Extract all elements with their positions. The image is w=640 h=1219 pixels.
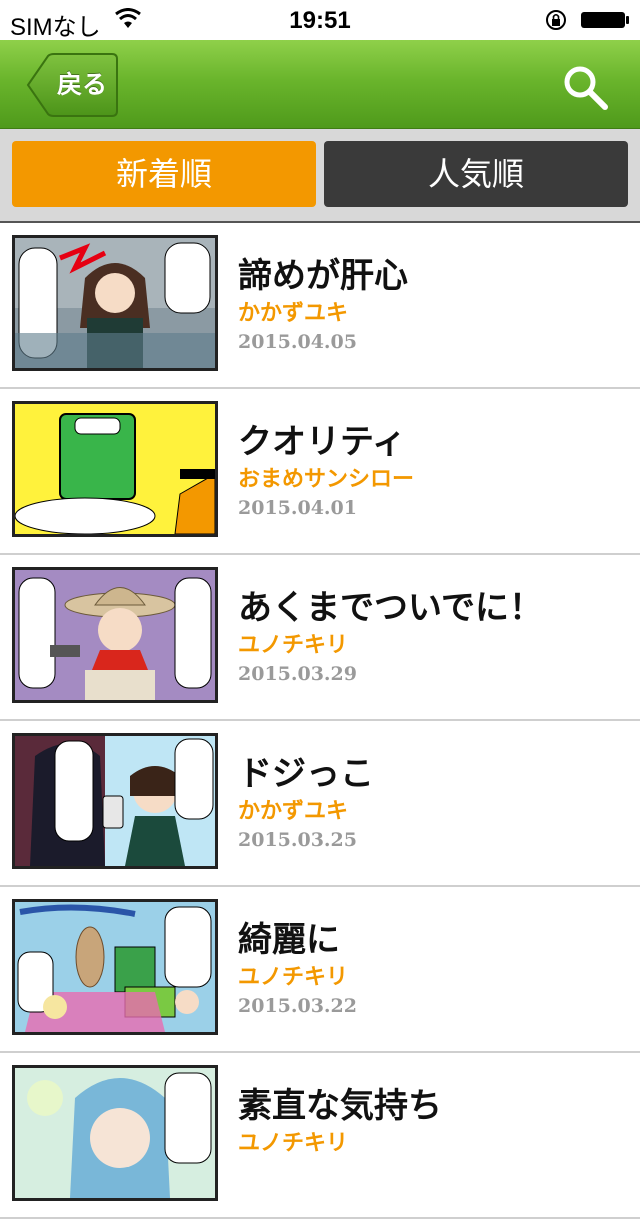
- item-title: 綺麗に: [238, 920, 340, 960]
- item-title: 素直な気持ち: [238, 1086, 442, 1126]
- item-title: あくまでついでに！: [238, 588, 543, 628]
- item-date: 2015.04.01: [238, 497, 357, 519]
- list-item[interactable]: クオリティ おまめサンシロー 2015.04.01: [0, 389, 640, 555]
- comic-list: 諦めが肝心 かかずユキ 2015.04.05 クオリティ おまめサンシロー 20…: [0, 223, 640, 1219]
- status-bar: SIMなし 19:51: [0, 0, 640, 41]
- status-time: 19:51: [289, 7, 351, 34]
- navigation-bar: 戻る: [0, 40, 640, 129]
- list-item[interactable]: あくまでついでに！ ユノチキリ 2015.03.29: [0, 555, 640, 721]
- comic-thumbnail: [12, 733, 218, 869]
- list-item[interactable]: 綺麗に ユノチキリ 2015.03.22: [0, 887, 640, 1053]
- item-author: かかずユキ: [238, 301, 349, 326]
- comic-thumbnail: [12, 401, 218, 537]
- item-date: 2015.03.29: [238, 663, 357, 685]
- comic-thumbnail: [12, 899, 218, 1035]
- item-date: 2015.04.05: [238, 331, 357, 353]
- item-title: 諦めが肝心: [238, 256, 408, 296]
- item-author: ユノチキリ: [238, 1131, 349, 1156]
- item-date: 2015.03.22: [238, 995, 357, 1017]
- item-author: ユノチキリ: [238, 633, 349, 658]
- tab-new-arrivals[interactable]: 新着順: [12, 141, 316, 207]
- search-icon[interactable]: [560, 62, 610, 112]
- list-item[interactable]: 諦めが肝心 かかずユキ 2015.04.05: [0, 223, 640, 389]
- item-author: おまめサンシロー: [238, 467, 415, 492]
- sort-tabs: 新着順 人気順: [0, 129, 640, 223]
- list-item[interactable]: 素直な気持ち ユノチキリ: [0, 1053, 640, 1219]
- item-author: かかずユキ: [238, 799, 349, 824]
- item-author: ユノチキリ: [238, 965, 349, 990]
- comic-thumbnail: [12, 567, 218, 703]
- rotation-lock-icon: [546, 10, 566, 30]
- list-item[interactable]: ドジっこ かかずユキ 2015.03.25: [0, 721, 640, 887]
- comic-thumbnail: [12, 1065, 218, 1201]
- item-title: クオリティ: [238, 422, 406, 462]
- back-button[interactable]: 戻る: [26, 53, 118, 117]
- tab-popular[interactable]: 人気順: [324, 141, 628, 207]
- comic-thumbnail: [12, 235, 218, 371]
- item-title: ドジっこ: [238, 754, 374, 794]
- item-date: 2015.03.25: [238, 829, 357, 851]
- back-label: 戻る: [56, 70, 107, 99]
- battery-icon: [581, 12, 629, 28]
